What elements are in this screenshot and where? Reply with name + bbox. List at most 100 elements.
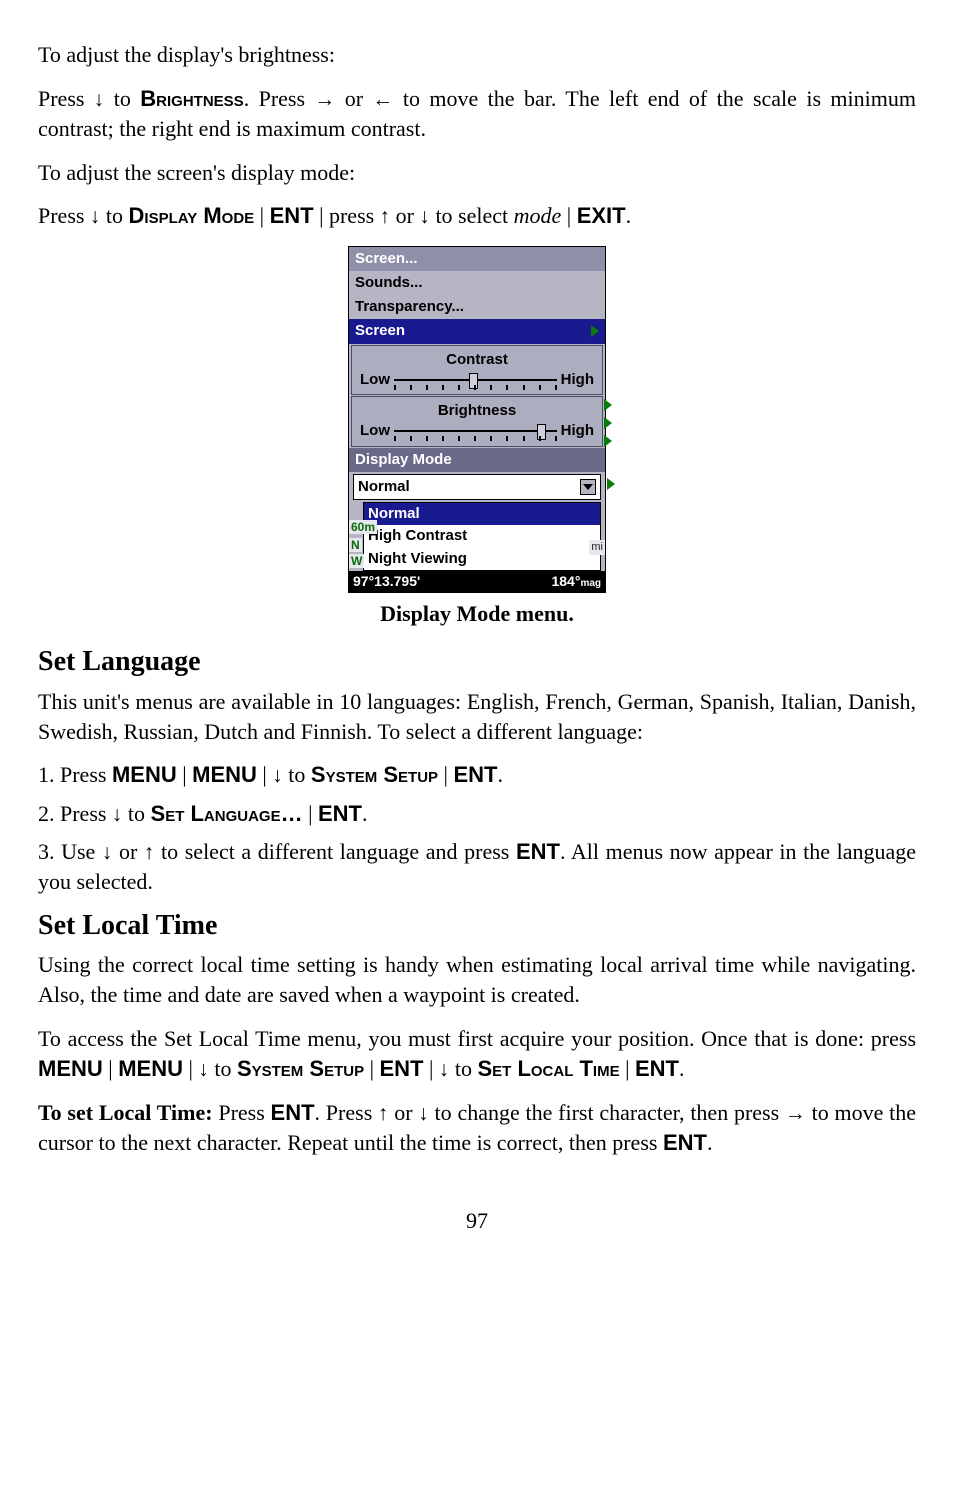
key-ent: ENT	[270, 203, 314, 228]
down-arrow-icon: ↓	[112, 803, 122, 826]
chevron-right-icon	[604, 399, 612, 411]
right-arrow-icon: →	[785, 1102, 806, 1125]
key-ent: ENT	[380, 1056, 424, 1081]
text: |	[364, 1056, 379, 1081]
heading-set-language: Set Language	[38, 643, 916, 681]
up-arrow-icon: ↑	[144, 841, 154, 864]
paragraph: To set Local Time: Press ENT. Press ↑ or…	[38, 1098, 916, 1158]
display-mode-options: Normal High Contrast Night Viewing	[363, 502, 601, 571]
text: |	[438, 762, 453, 787]
low-label: Low	[360, 370, 390, 390]
coordinate-value: 97°13.795'	[353, 572, 420, 591]
heading-set-local-time: Set Local Time	[38, 907, 916, 945]
text: .	[679, 1056, 685, 1081]
unit-mi: mi	[589, 540, 605, 555]
keyword-system-setup: System Setup	[237, 1056, 364, 1081]
text: |	[314, 203, 329, 228]
down-arrow-icon: ↓	[439, 1058, 449, 1081]
down-arrow-icon: ↓	[94, 88, 104, 111]
key-ent: ENT	[635, 1056, 679, 1081]
step-2: 2. Press ↓ to Set Language… | ENT.	[38, 799, 916, 829]
figure-caption: Display Mode menu.	[38, 599, 916, 629]
badge-n: N	[349, 538, 362, 552]
lead-label: To set Local Time:	[38, 1100, 213, 1125]
text: to change the first character, then pres…	[429, 1100, 785, 1125]
text: |	[303, 801, 318, 826]
text: to select a different language and press	[154, 839, 516, 864]
paragraph: To adjust the screen's display mode:	[38, 158, 916, 188]
text: .	[626, 203, 632, 228]
chevron-down-icon[interactable]	[580, 479, 596, 495]
menu-item-transparency[interactable]: Transparency...	[349, 295, 605, 319]
high-label: High	[561, 370, 594, 390]
right-arrow-icon: →	[314, 88, 335, 111]
brightness-slider[interactable]	[394, 426, 557, 436]
mode-placeholder: mode	[514, 203, 562, 228]
paragraph: To access the Set Local Time menu, you m…	[38, 1024, 916, 1084]
text: .	[362, 801, 368, 826]
text: to	[449, 1056, 477, 1081]
key-ent: ENT	[453, 762, 497, 787]
keyword-display-mode: Display Mode	[129, 203, 255, 228]
paragraph: Press ↓ to Brightness. Press → or ← to m…	[38, 84, 916, 144]
key-exit: EXIT	[577, 203, 626, 228]
option-night-viewing[interactable]: Night Viewing	[364, 548, 600, 570]
paragraph: To adjust the display's brightness:	[38, 40, 916, 70]
chevron-right-icon	[607, 478, 615, 490]
text: |	[257, 762, 272, 787]
text: |	[620, 1056, 635, 1081]
paragraph: Using the correct local time setting is …	[38, 950, 916, 1009]
text: Press	[213, 1100, 271, 1125]
section-header-text: Screen	[355, 321, 405, 341]
menu-item-screen[interactable]: Screen...	[349, 247, 605, 271]
text: to	[104, 86, 140, 111]
key-ent: ENT	[271, 1100, 315, 1125]
text: or	[388, 1100, 418, 1125]
text: press	[329, 203, 380, 228]
step-1: 1. Press MENU | MENU | ↓ to System Setup…	[38, 760, 916, 790]
device-screenshot: Screen... Sounds... Transparency... Scre…	[348, 246, 606, 593]
text: 2. Press	[38, 801, 112, 826]
step-3: 3. Use ↓ or ↑ to select a different lang…	[38, 837, 916, 897]
text: |	[103, 1056, 118, 1081]
text: to select	[430, 203, 514, 228]
text: . Press	[315, 1100, 378, 1125]
chevron-right-icon	[604, 435, 612, 447]
text: 1. Press	[38, 762, 112, 787]
section-header-screen: Screen	[349, 319, 605, 343]
low-label: Low	[360, 421, 390, 441]
menu-item-sounds[interactable]: Sounds...	[349, 271, 605, 295]
text: or	[112, 839, 144, 864]
key-menu: MENU	[118, 1056, 183, 1081]
brightness-label: Brightness	[360, 401, 594, 421]
text: . Press	[244, 86, 315, 111]
key-ent: ENT	[318, 801, 362, 826]
text: or	[335, 86, 372, 111]
badge-w: W	[349, 554, 364, 568]
down-arrow-icon: ↓	[198, 1058, 208, 1081]
brightness-panel: Brightness Low High	[351, 396, 603, 447]
option-high-contrast[interactable]: High Contrast	[364, 525, 600, 547]
text: to	[122, 801, 150, 826]
keyword-set-language: Set Language…	[151, 801, 303, 826]
display-mode-value: Normal	[358, 477, 410, 497]
contrast-slider[interactable]	[394, 375, 557, 385]
keyword-brightness: Brightness	[140, 86, 243, 111]
key-menu: MENU	[112, 762, 177, 787]
text: .	[707, 1130, 713, 1155]
text: |	[424, 1056, 439, 1081]
high-label: High	[561, 421, 594, 441]
text: 3. Use	[38, 839, 102, 864]
option-normal[interactable]: Normal	[364, 503, 600, 525]
display-mode-dropdown[interactable]: Normal	[353, 474, 601, 500]
key-menu: MENU	[38, 1056, 103, 1081]
left-arrow-icon: ←	[373, 88, 394, 111]
text: to	[100, 203, 128, 228]
badge-60m: 60m	[349, 520, 377, 534]
screenshot-figure: Screen... Sounds... Transparency... Scre…	[38, 246, 916, 594]
text: |	[177, 762, 192, 787]
text: Press	[38, 203, 90, 228]
text: |	[183, 1056, 198, 1081]
up-arrow-icon: ↑	[380, 205, 390, 228]
contrast-panel: Contrast Low High	[351, 345, 603, 396]
